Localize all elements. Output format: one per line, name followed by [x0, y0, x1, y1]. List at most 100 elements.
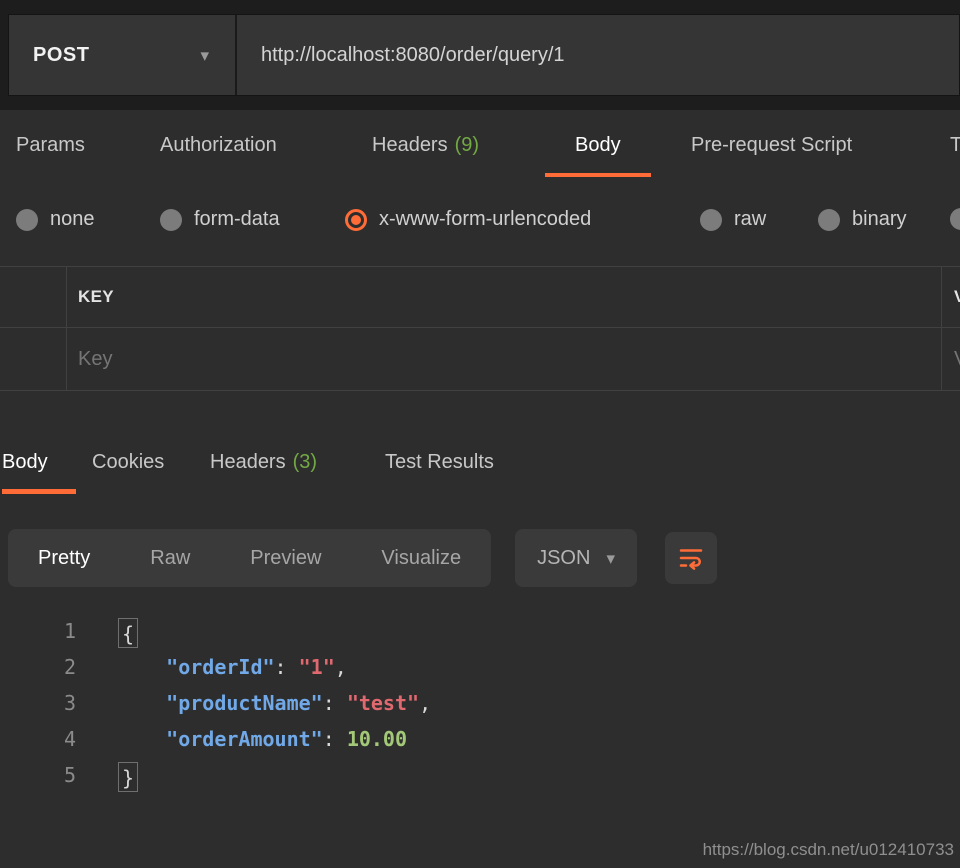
- request-tab-headers[interactable]: Headers (9): [372, 134, 479, 177]
- line-number: 3: [0, 685, 76, 721]
- tab-label: Body: [575, 134, 621, 156]
- tab-label: Body: [2, 451, 48, 473]
- select-all-column[interactable]: [0, 267, 67, 327]
- request-tab-body[interactable]: Body: [575, 134, 621, 177]
- code-text: "productName": "test",: [118, 685, 431, 721]
- body-type-binary[interactable]: binary: [818, 208, 906, 231]
- radio-icon: [345, 209, 367, 231]
- watermark-text: https://blog.csdn.net/u012410733: [703, 840, 954, 860]
- code-text: "orderAmount": 10.00: [118, 721, 407, 757]
- body-type-form-data[interactable]: form-data: [160, 208, 280, 231]
- code-line: 3 "productName": "test",: [0, 685, 960, 721]
- response-viewer-toolbar: Pretty Raw Preview Visualize JSON ▾: [8, 529, 960, 587]
- view-mode-visualize[interactable]: Visualize: [381, 547, 461, 570]
- response-tab-cookies[interactable]: Cookies: [92, 451, 164, 494]
- code-text: "orderId": "1",: [118, 649, 347, 685]
- code-text: }: [118, 757, 138, 793]
- token-key: "productName": [166, 691, 323, 715]
- token-plain: :: [275, 655, 299, 679]
- language-label: JSON: [537, 547, 590, 570]
- value-column-header: VALUE: [941, 267, 960, 327]
- response-body-json: 1{2 "orderId": "1",3 "productName": "tes…: [0, 613, 960, 793]
- value-input[interactable]: Value: [941, 328, 960, 390]
- line-number: 5: [0, 757, 76, 793]
- request-tab-authorization[interactable]: Authorization: [160, 134, 277, 177]
- tab-label: Tests: [950, 134, 960, 156]
- token-string: "1": [299, 655, 335, 679]
- url-input[interactable]: http://localhost:8080/order/query/1: [237, 15, 959, 95]
- view-mode-preview[interactable]: Preview: [250, 547, 321, 570]
- table-row: Key Value: [0, 328, 960, 390]
- token-plain: [118, 655, 166, 679]
- radio-label: form-data: [194, 208, 280, 231]
- row-checkbox-cell[interactable]: [0, 328, 67, 390]
- tab-label: Params: [16, 134, 85, 156]
- token-string: "test": [347, 691, 419, 715]
- tab-count: (9): [455, 134, 479, 156]
- code-line: 5}: [0, 757, 960, 793]
- radio-label: binary: [852, 208, 906, 231]
- method-label: POST: [33, 44, 89, 67]
- tab-label: Headers: [372, 134, 448, 156]
- code-line: 1{: [0, 613, 960, 649]
- view-mode-group: Pretty Raw Preview Visualize: [8, 529, 491, 587]
- language-dropdown[interactable]: JSON ▾: [515, 529, 637, 587]
- token-plain: ,: [335, 655, 347, 679]
- tab-label: Cookies: [92, 451, 164, 473]
- tab-label: Test Results: [385, 451, 494, 473]
- body-type-partial[interactable]: [950, 208, 960, 230]
- chevron-down-icon: ▾: [606, 550, 615, 567]
- radio-icon: [818, 209, 840, 231]
- key-column-header: KEY: [67, 287, 114, 307]
- token-key: "orderAmount": [166, 727, 323, 751]
- tab-label: Authorization: [160, 134, 277, 156]
- line-number: 1: [0, 613, 76, 649]
- request-tab-tests[interactable]: Tests: [950, 134, 960, 177]
- body-type-raw[interactable]: raw: [700, 208, 766, 231]
- radio-icon: [700, 209, 722, 231]
- tab-label: Headers: [210, 451, 286, 473]
- table-header-row: KEY VALUE: [0, 267, 960, 328]
- request-tabs: Params Authorization Headers (9) Body Pre-req…: [0, 130, 960, 184]
- body-type-options: none form-data x-www-form-urlencoded raw bin…: [0, 204, 960, 240]
- body-type-none[interactable]: none: [16, 208, 95, 231]
- request-bar: POST ▾ http://localhost:8080/order/query…: [8, 14, 960, 96]
- request-header: POST ▾ http://localhost:8080/order/query…: [0, 0, 960, 110]
- response-tabs: Body Cookies Headers (3) Test Results: [0, 451, 960, 501]
- wrap-lines-button[interactable]: [665, 532, 717, 584]
- token-plain: [118, 727, 166, 751]
- token-key: "orderId": [166, 655, 274, 679]
- request-tab-params[interactable]: Params: [16, 134, 85, 177]
- line-number: 2: [0, 649, 76, 685]
- radio-label: raw: [734, 208, 766, 231]
- response-tab-test-results[interactable]: Test Results: [385, 451, 494, 494]
- token-plain: :: [323, 727, 347, 751]
- request-tab-pre-request-script[interactable]: Pre-request Script: [691, 134, 852, 177]
- tab-count: (3): [293, 451, 317, 473]
- body-type-x-www-form-urlencoded[interactable]: x-www-form-urlencoded: [345, 208, 591, 231]
- method-dropdown[interactable]: POST ▾: [9, 15, 237, 95]
- tab-label: Pre-request Script: [691, 134, 852, 156]
- view-mode-raw[interactable]: Raw: [150, 547, 190, 570]
- response-tab-body[interactable]: Body: [2, 451, 48, 494]
- response-tab-headers[interactable]: Headers (3): [210, 451, 317, 494]
- urlencoded-params-table: KEY VALUE Key Value: [0, 266, 960, 391]
- chevron-down-icon: ▾: [200, 47, 209, 64]
- line-number: 4: [0, 721, 76, 757]
- token-brace: {: [118, 618, 138, 648]
- radio-icon: [950, 208, 960, 230]
- view-mode-pretty[interactable]: Pretty: [38, 547, 90, 570]
- token-plain: :: [323, 691, 347, 715]
- code-line: 2 "orderId": "1",: [0, 649, 960, 685]
- wrap-lines-icon: [676, 543, 706, 573]
- radio-label: x-www-form-urlencoded: [379, 208, 591, 231]
- radio-label: none: [50, 208, 95, 231]
- code-line: 4 "orderAmount": 10.00: [0, 721, 960, 757]
- code-text: {: [118, 613, 138, 649]
- token-brace: }: [118, 762, 138, 792]
- token-plain: [118, 691, 166, 715]
- radio-icon: [16, 209, 38, 231]
- key-input[interactable]: Key: [67, 348, 112, 371]
- token-plain: ,: [419, 691, 431, 715]
- token-number: 10.00: [347, 727, 407, 751]
